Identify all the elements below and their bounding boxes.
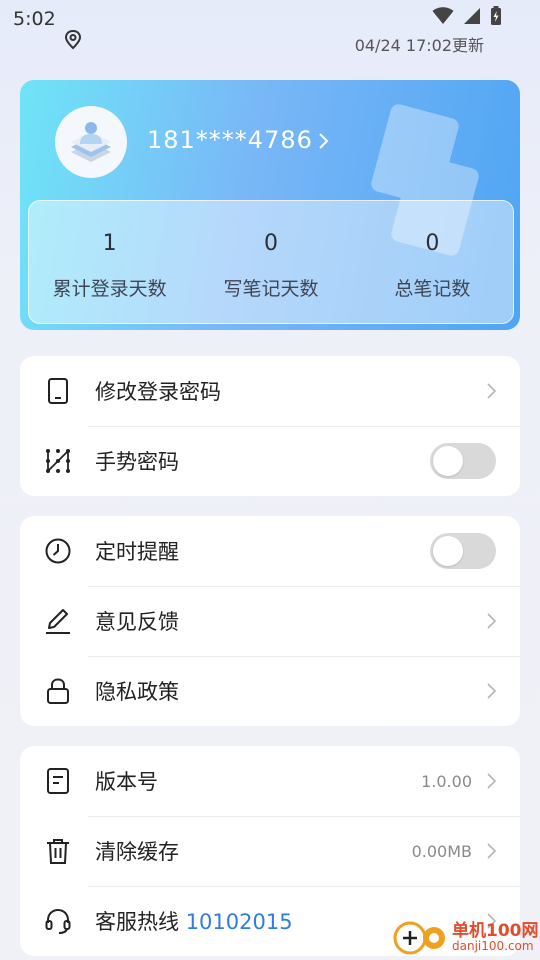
feedback-label: 意见反馈: [95, 610, 179, 634]
update-time-text: 04/24 17:02更新: [354, 36, 484, 55]
watermark: 单机100网 danji100.com: [390, 912, 540, 960]
change-password-label: 修改登录密码: [95, 380, 221, 404]
stat-label: 写笔记天数: [223, 278, 319, 300]
clear-cache-item[interactable]: 清除缓存 0.00MB: [20, 816, 520, 886]
hotline-number[interactable]: 10102015: [186, 910, 293, 934]
system-icons: [432, 6, 502, 26]
chevron-right-icon: [487, 683, 497, 699]
stat-label: 总笔记数: [394, 278, 471, 300]
chevron-right-icon: [487, 613, 497, 629]
change-password-item[interactable]: 修改登录密码: [20, 356, 520, 426]
watermark-name: 单机100网: [452, 921, 539, 941]
status-bar: 5:02 04/24 17:02更新: [0, 0, 540, 60]
wifi-icon: [432, 7, 454, 24]
chevron-right-icon[interactable]: [317, 130, 331, 152]
privacy-item[interactable]: 隐私政策: [20, 656, 520, 726]
stat-label: 累计登录天数: [52, 278, 167, 300]
version-item[interactable]: 版本号 1.0.00: [20, 746, 520, 816]
gesture-password-item: 手势密码: [20, 426, 520, 496]
gesture-pattern-icon: [46, 448, 70, 474]
headset-icon: [45, 908, 71, 934]
privacy-label: 隐私政策: [95, 680, 179, 704]
chevron-right-icon: [487, 773, 497, 789]
version-label: 版本号: [95, 770, 158, 794]
phone-number[interactable]: 181****4786: [147, 126, 313, 154]
security-group: 修改登录密码 手势密码: [20, 356, 520, 496]
stat-value: 0: [425, 231, 440, 256]
hotline-label-wrap: 客服热线 10102015: [95, 906, 293, 936]
avatar[interactable]: [55, 106, 127, 178]
reminder-toggle[interactable]: [430, 533, 496, 569]
document-icon: [47, 768, 69, 794]
chevron-right-icon: [487, 843, 497, 859]
feedback-item[interactable]: 意见反馈: [20, 586, 520, 656]
pencil-icon: [46, 609, 70, 634]
version-value: 1.0.00: [421, 771, 472, 791]
gesture-password-label: 手势密码: [95, 450, 179, 474]
user-avatar-icon: [71, 122, 111, 162]
lock-icon: [47, 678, 69, 704]
clock-icon: [45, 538, 71, 564]
profile-card: 181****4786 1 累计登录天数 0 写笔记天数 0 总笔记数: [20, 80, 520, 330]
stats-panel: 1 累计登录天数 0 写笔记天数 0 总笔记数: [28, 200, 514, 324]
location-icon: [64, 29, 82, 50]
trash-icon: [47, 839, 69, 864]
stat-note-days: 0 写笔记天数: [190, 201, 351, 323]
battery-icon: [491, 6, 501, 25]
hotline-label: 客服热线: [95, 910, 179, 934]
watermark-logo-icon: [393, 921, 445, 955]
stat-value: 1: [102, 231, 117, 256]
stat-value: 0: [263, 231, 278, 256]
clear-cache-label: 清除缓存: [95, 840, 179, 864]
tablet-icon: [48, 378, 68, 404]
status-time: 5:02: [13, 8, 56, 30]
reminder-label: 定时提醒: [95, 540, 179, 564]
gesture-password-toggle[interactable]: [430, 443, 496, 479]
settings-group: 定时提醒 意见反馈 隐私政策: [20, 516, 520, 726]
chevron-right-icon: [487, 383, 497, 399]
cache-size-value: 0.00MB: [411, 841, 472, 861]
reminder-item: 定时提醒: [20, 516, 520, 586]
watermark-url: danji100.com: [452, 939, 534, 953]
stat-login-days: 1 累计登录天数: [29, 201, 190, 323]
toggle-knob: [433, 446, 463, 476]
stat-total-notes: 0 总笔记数: [352, 201, 513, 323]
toggle-knob: [433, 536, 463, 566]
signal-icon: [464, 8, 480, 24]
